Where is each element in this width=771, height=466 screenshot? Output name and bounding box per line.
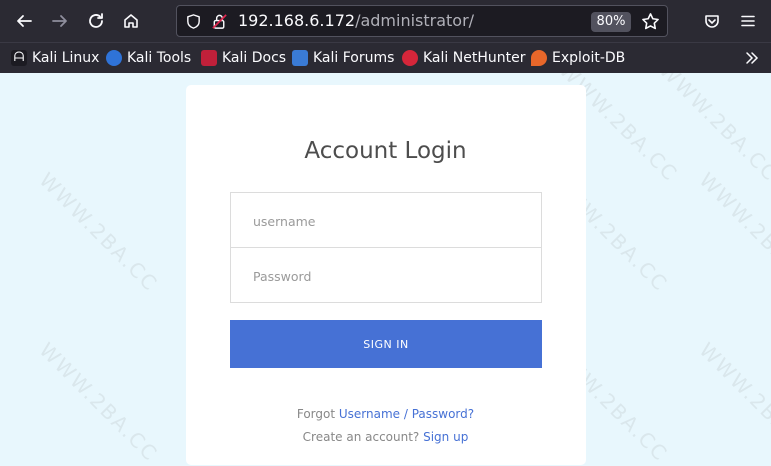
kali-forums-icon	[292, 50, 308, 66]
pocket-button[interactable]	[699, 8, 725, 34]
create-account-line: Create an account? Sign up	[0, 430, 771, 444]
username-input[interactable]	[251, 193, 535, 249]
chevron-double-right-icon	[746, 52, 759, 64]
lock-insecure-icon[interactable]	[211, 13, 228, 30]
bookmark-kali-nethunter[interactable]: Kali NetHunter	[402, 48, 525, 68]
reload-button[interactable]	[83, 8, 109, 34]
sign-up-link[interactable]: Sign up	[423, 430, 468, 444]
bookmark-label: Kali NetHunter	[423, 50, 526, 66]
hamburger-menu-icon	[741, 15, 755, 27]
bookmark-label: Exploit-DB	[552, 50, 626, 66]
forgot-username-password-link[interactable]: Username / Password?	[339, 407, 474, 421]
bookmarks-overflow-button[interactable]	[744, 48, 760, 68]
arrow-right-icon	[52, 15, 67, 27]
create-account-prefix: Create an account?	[302, 430, 424, 444]
forgot-prefix: Forgot	[296, 407, 339, 421]
password-input[interactable]	[251, 248, 535, 304]
watermark-text: WWW.2BA.CC	[34, 167, 163, 297]
url-bar[interactable]: 192.168.6.172/administrator/ 80%	[176, 5, 668, 37]
username-field-wrapper	[230, 192, 542, 249]
password-field-wrapper	[230, 247, 542, 304]
kali-dragon-icon: ᗩ	[11, 50, 27, 66]
bookmark-kali-docs[interactable]: Kali Docs	[201, 48, 286, 68]
url-text[interactable]: 192.168.6.172/administrator/	[238, 11, 474, 31]
browser-toolbar: 192.168.6.172/administrator/ 80%	[0, 0, 771, 42]
bookmark-kali-forums[interactable]: Kali Forums	[292, 48, 394, 68]
arrow-left-icon	[17, 15, 32, 27]
bookmark-kali-linux[interactable]: ᗩ Kali Linux	[11, 48, 99, 68]
exploit-db-icon	[531, 50, 547, 66]
sign-in-button[interactable]: SIGN IN	[230, 320, 542, 368]
kali-tools-icon	[106, 50, 122, 66]
zoom-indicator[interactable]: 80%	[591, 12, 631, 32]
bookmark-kali-tools[interactable]: Kali Tools	[106, 48, 191, 68]
forward-button[interactable]	[47, 8, 73, 34]
bookmark-label: Kali Docs	[222, 50, 287, 66]
bookmarks-toolbar: ᗩ Kali Linux Kali Tools Kali Docs Kali F…	[0, 42, 771, 73]
url-path: /administrator/	[355, 11, 475, 30]
pocket-icon	[705, 15, 719, 28]
bookmark-label: Kali Forums	[313, 50, 395, 66]
shield-icon[interactable]	[185, 13, 202, 30]
page-title: Account Login	[304, 138, 467, 164]
kali-docs-icon	[201, 50, 217, 66]
watermark-text: WWW.2BA.CC	[654, 57, 771, 187]
star-icon[interactable]	[641, 12, 660, 31]
bookmark-label: Kali Tools	[127, 50, 192, 66]
back-button[interactable]	[11, 8, 37, 34]
menu-button[interactable]	[735, 8, 761, 34]
forgot-credentials-line: Forgot Username / Password?	[0, 407, 771, 421]
watermark-text: WWW.2BA.CC	[694, 337, 771, 466]
home-icon	[124, 14, 138, 28]
bookmark-label: Kali Linux	[32, 50, 100, 66]
home-button[interactable]	[118, 8, 144, 34]
reload-icon	[89, 13, 103, 28]
watermark-text: WWW.2BA.CC	[34, 337, 163, 466]
kali-nethunter-icon	[402, 50, 418, 66]
bookmark-exploit-db[interactable]: Exploit-DB	[531, 48, 625, 68]
url-host: 192.168.6.172	[238, 11, 356, 30]
watermark-text: WWW.2BA.CC	[694, 167, 771, 297]
